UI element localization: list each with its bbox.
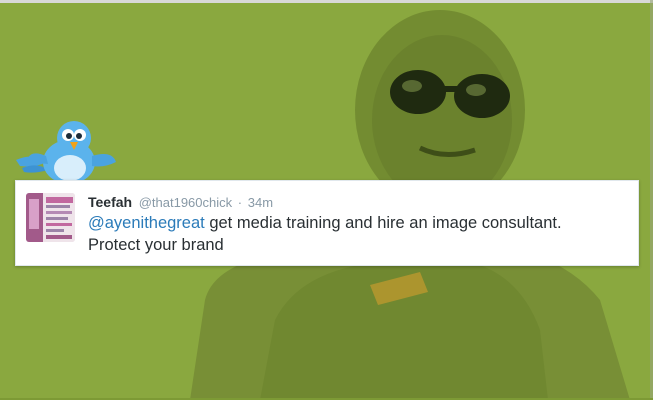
tweet-text-line2: Protect your brand bbox=[88, 236, 224, 254]
user-handle[interactable]: @that1960chick bbox=[139, 195, 232, 210]
tweet-timestamp[interactable]: 34m bbox=[248, 195, 273, 210]
mention-link[interactable]: @ayenithegreat bbox=[88, 214, 205, 232]
avatar-image bbox=[26, 193, 75, 242]
photo-overlay-stage: Teefah @that1960chick · 34m @ayenithegre… bbox=[0, 0, 653, 400]
tweet-card: Teefah @that1960chick · 34m @ayenithegre… bbox=[15, 180, 639, 266]
separator-dot: · bbox=[237, 195, 243, 210]
tweet-header: Teefah @that1960chick · 34m bbox=[88, 194, 273, 210]
display-name[interactable]: Teefah bbox=[88, 194, 132, 210]
tweet-text: @ayenithegreat get media training and hi… bbox=[88, 212, 628, 256]
avatar[interactable] bbox=[26, 193, 75, 242]
tweet-text-line1: get media training and hire an image con… bbox=[204, 214, 562, 232]
